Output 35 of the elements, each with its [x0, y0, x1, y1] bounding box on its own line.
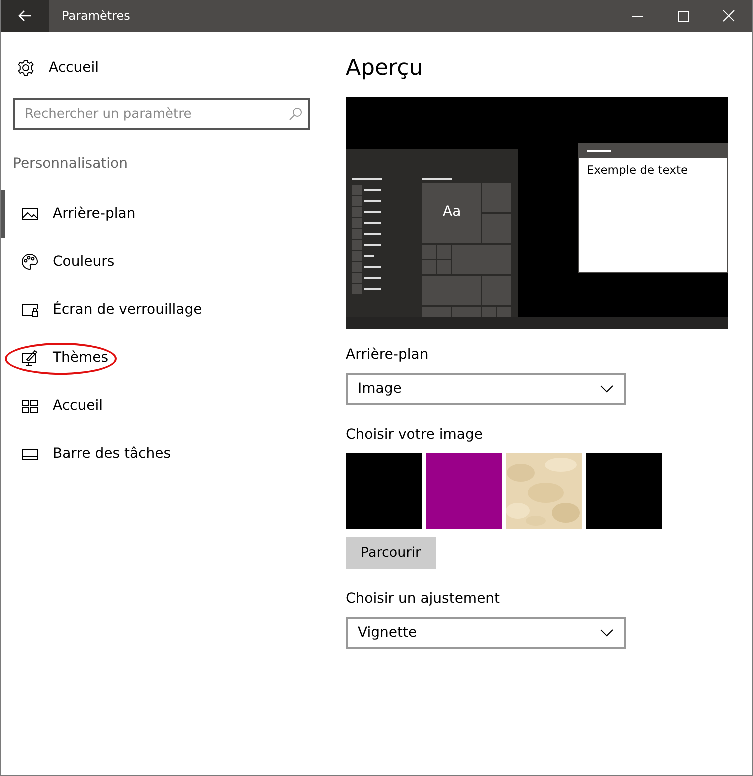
tile-text: Aa: [443, 204, 462, 220]
search-field[interactable]: Rechercher un paramètre: [13, 98, 310, 130]
sidebar-item[interactable]: Couleurs: [1, 238, 331, 286]
image-icon: [21, 205, 39, 223]
image-thumbnail[interactable]: [586, 453, 662, 529]
page-title: Aperçu: [346, 56, 424, 81]
fit-dropdown[interactable]: Vignette: [346, 617, 626, 649]
back-button[interactable]: [1, 0, 49, 32]
back-arrow-icon: [18, 10, 32, 22]
sidebar-item[interactable]: Écran de verrouillage: [1, 286, 331, 334]
chevron-down-icon: [600, 629, 614, 637]
sidebar-item[interactable]: Accueil: [1, 382, 331, 430]
sample-text: Exemple de texte: [587, 163, 688, 177]
monitor-brush-icon: [21, 349, 39, 367]
maximize-icon: [678, 10, 688, 22]
lock-screen-icon: [21, 301, 39, 319]
palette-icon: [21, 253, 39, 271]
background-dropdown[interactable]: Image: [346, 373, 626, 405]
chevron-down-icon: [600, 385, 614, 393]
browse-button[interactable]: Parcourir: [346, 537, 436, 569]
image-thumbnail[interactable]: [426, 453, 502, 529]
window-title: Paramètres: [62, 9, 132, 23]
tiles-icon: [21, 397, 39, 415]
sidebar-item[interactable]: Barre des tâches: [1, 430, 331, 478]
search-icon: [289, 107, 303, 121]
home-link[interactable]: Accueil: [49, 60, 99, 76]
settings-icon: [17, 59, 35, 77]
sidebar-item[interactable]: Arrière-plan: [1, 190, 331, 238]
field-label: Choisir votre image: [346, 427, 484, 443]
close-icon: [723, 10, 735, 22]
field-label: Arrière-plan: [346, 347, 430, 363]
image-thumbnail[interactable]: [346, 453, 422, 529]
field-label: Choisir un ajustement: [346, 591, 502, 607]
section-heading: Personnalisation: [13, 156, 129, 172]
sidebar-item[interactable]: Thèmes: [1, 334, 331, 382]
